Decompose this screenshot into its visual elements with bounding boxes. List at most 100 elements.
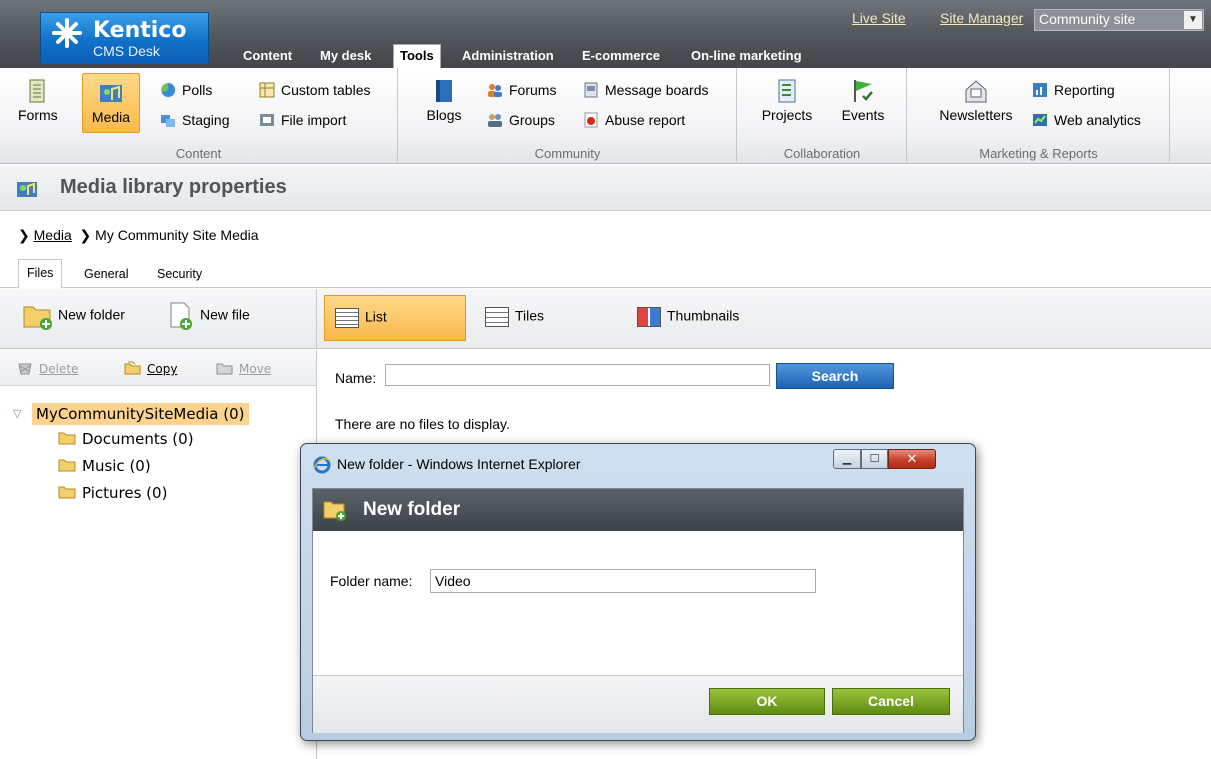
name-filter-input[interactable]: [385, 364, 770, 386]
ribbon-group-collaboration-label: Collaboration: [783, 146, 861, 161]
maximize-button[interactable]: ☐: [861, 449, 888, 469]
live-site-link[interactable]: Live Site: [852, 10, 906, 26]
new-folder-button[interactable]: New folder: [22, 301, 125, 331]
ribbon-group-collaboration: Projects Events Collaboration: [738, 68, 907, 164]
list-view-icon: [335, 308, 359, 328]
folder-tree-pane: Delete Copy Move ▽ MyCommunitySiteMedia …: [0, 350, 317, 759]
projects-button[interactable]: Projects: [758, 78, 816, 123]
tab-my-desk[interactable]: My desk: [320, 44, 371, 68]
events-button[interactable]: Events: [837, 78, 889, 123]
dialog-title: New folder: [363, 499, 461, 520]
reporting-button[interactable]: Reporting: [1032, 82, 1115, 102]
tree-item-label: Music (0): [82, 457, 151, 475]
site-selector[interactable]: Community site ▼: [1034, 9, 1204, 31]
cancel-button[interactable]: Cancel: [832, 688, 950, 715]
message-boards-button[interactable]: Message boards: [583, 82, 709, 102]
web-analytics-icon: [1033, 114, 1047, 126]
forms-icon: [29, 79, 45, 103]
staging-icon: [161, 115, 175, 127]
window-titlebar[interactable]: New folder - Windows Internet Explorer ▁…: [301, 444, 975, 486]
tab-administration[interactable]: Administration: [462, 44, 554, 68]
staging-button[interactable]: Staging: [160, 112, 229, 132]
breadcrumb: ❯ Media ❯ My Community Site Media: [18, 227, 259, 244]
newsletters-button[interactable]: Newsletters: [928, 78, 1024, 123]
polls-label: Polls: [182, 82, 213, 98]
staging-label: Staging: [182, 112, 230, 128]
media-label: Media: [91, 109, 131, 125]
file-import-icon: [260, 114, 274, 126]
breadcrumb-separator-icon: ❯: [75, 227, 96, 243]
ribbon-group-community-label: Community: [534, 146, 601, 161]
breadcrumb-media-link[interactable]: Media: [34, 227, 72, 243]
newsletters-icon: [965, 80, 987, 103]
toolbar-divider: [316, 289, 317, 349]
tree-item-documents[interactable]: Documents (0): [58, 430, 194, 448]
tab-general[interactable]: General: [84, 267, 128, 281]
chevron-down-icon[interactable]: ▼: [1184, 11, 1202, 29]
move-button[interactable]: Move: [216, 361, 271, 376]
site-selector-value: Community site: [1039, 11, 1136, 27]
site-manager-link[interactable]: Site Manager: [940, 10, 1023, 26]
breadcrumb-current: My Community Site Media: [95, 227, 259, 243]
folder-icon: [58, 459, 76, 472]
forums-button[interactable]: Forums: [487, 82, 556, 102]
view-thumbnails-button[interactable]: Thumbnails: [627, 295, 749, 341]
page-tabs: Files General Security: [0, 258, 1211, 289]
tab-files[interactable]: Files: [18, 259, 63, 289]
ribbon-group-content: Forms Media Polls Staging Custom tables …: [0, 68, 398, 164]
reporting-label: Reporting: [1054, 82, 1115, 98]
forums-icon: [488, 84, 502, 97]
tab-e-commerce[interactable]: E-commerce: [582, 44, 660, 68]
tree-item-pictures[interactable]: Pictures (0): [58, 484, 167, 502]
kentico-logo[interactable]: Kentico CMS Desk: [40, 12, 209, 64]
polls-button[interactable]: Polls: [160, 82, 212, 102]
web-analytics-button[interactable]: Web analytics: [1032, 112, 1141, 132]
empty-message: There are no files to display.: [335, 416, 510, 432]
close-button[interactable]: ✕: [888, 449, 936, 469]
folder-name-input[interactable]: [430, 569, 816, 593]
thumbnails-view-icon: [637, 307, 661, 327]
events-icon: [854, 80, 873, 102]
media-button[interactable]: Media: [82, 73, 140, 133]
events-label: Events: [841, 107, 885, 123]
tab-content[interactable]: Content: [243, 44, 292, 68]
groups-button[interactable]: Groups: [487, 112, 555, 132]
tree-item-root[interactable]: MyCommunitySiteMedia (0): [32, 403, 249, 425]
tab-security[interactable]: Security: [157, 267, 202, 281]
new-folder-icon: [23, 306, 52, 330]
tab-online-marketing[interactable]: On-line marketing: [691, 44, 802, 68]
search-button[interactable]: Search: [776, 363, 894, 389]
blogs-button[interactable]: Blogs: [424, 78, 464, 123]
minimize-button[interactable]: ▁: [833, 449, 861, 469]
file-import-button[interactable]: File import: [259, 112, 346, 132]
breadcrumb-arrow-icon: ❯: [18, 227, 34, 243]
forms-button[interactable]: Forms: [18, 78, 58, 123]
view-list-button[interactable]: List: [324, 295, 466, 341]
custom-tables-icon: [259, 82, 275, 98]
abuse-report-button[interactable]: Abuse report: [583, 112, 685, 132]
close-icon: ✕: [906, 451, 918, 466]
copy-button[interactable]: Copy: [124, 361, 177, 376]
custom-tables-button[interactable]: Custom tables: [259, 82, 370, 102]
ribbon-group-marketing-label: Marketing & Reports: [979, 146, 1098, 161]
web-analytics-label: Web analytics: [1054, 112, 1141, 128]
new-folder-window: New folder - Windows Internet Explorer ▁…: [300, 443, 976, 741]
delete-label: Delete: [39, 362, 79, 376]
move-label: Move: [239, 362, 272, 376]
media-icon: [100, 85, 122, 102]
minimize-icon: ▁: [842, 453, 852, 465]
view-tiles-button[interactable]: Tiles: [475, 295, 554, 341]
delete-button[interactable]: Delete: [16, 361, 78, 376]
projects-label: Projects: [761, 107, 813, 123]
move-icon: [216, 363, 233, 375]
tree-collapse-icon[interactable]: ▽: [13, 407, 21, 420]
new-file-button[interactable]: New file: [166, 301, 250, 331]
abuse-report-icon: [584, 112, 598, 128]
tab-tools[interactable]: Tools: [393, 44, 441, 69]
ok-button[interactable]: OK: [709, 688, 825, 715]
projects-icon: [778, 79, 796, 103]
custom-tables-label: Custom tables: [281, 82, 371, 98]
media-library-icon: [17, 182, 37, 197]
tree-item-music[interactable]: Music (0): [58, 457, 151, 475]
abuse-report-label: Abuse report: [605, 112, 686, 128]
